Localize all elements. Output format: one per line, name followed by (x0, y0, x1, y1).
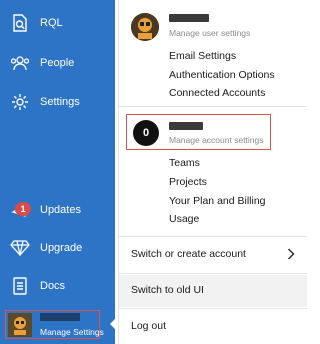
email-settings-link[interactable]: Email Settings (169, 50, 236, 62)
manage-settings-label: Manage Settings (40, 327, 104, 337)
sidebar-item-label: RQL (40, 17, 63, 29)
switch-account-label[interactable]: Switch or create account (131, 248, 246, 260)
sidebar-item-label: Settings (40, 96, 80, 108)
menu-divider (119, 308, 307, 309)
sidebar-item-updates[interactable]: 1 Updates (0, 195, 115, 225)
projects-link[interactable]: Projects (169, 176, 207, 188)
gear-icon (10, 92, 30, 112)
sidebar-item-label: People (40, 57, 75, 69)
chevron-right-icon (287, 248, 295, 260)
switch-old-ui-label[interactable]: Switch to old UI (131, 284, 204, 296)
people-icon (10, 53, 30, 73)
diamond-icon (10, 238, 30, 258)
plan-billing-link[interactable]: Your Plan and Billing (169, 195, 266, 207)
sidebar-item-upgrade[interactable]: Upgrade (0, 233, 115, 263)
sidebar-item-label: Docs (40, 280, 66, 292)
menu-divider (119, 106, 307, 107)
sidebar-item-settings[interactable]: Settings (0, 87, 115, 117)
authentication-options-link[interactable]: Authentication Options (169, 69, 275, 81)
updates-count-badge: 1 (15, 202, 31, 216)
account-avatar: 0 (133, 120, 159, 146)
sidebar-item-rql[interactable]: RQL (0, 8, 115, 38)
account-name-redacted (169, 122, 203, 130)
user-avatar (8, 313, 32, 337)
menu-divider (119, 273, 307, 274)
sidebar-item-docs[interactable]: Docs (0, 271, 115, 301)
manage-user-settings-link[interactable]: Manage user settings (169, 28, 250, 38)
menu-pointer-arrow (110, 316, 118, 332)
menu-user-avatar (131, 13, 159, 41)
logout-link[interactable]: Log out (131, 320, 166, 332)
sidebar-item-label: Upgrade (40, 242, 83, 254)
connected-accounts-link[interactable]: Connected Accounts (169, 87, 265, 99)
menu-divider (119, 236, 307, 237)
teams-link[interactable]: Teams (169, 157, 200, 169)
sidebar-item-label: Updates (40, 204, 81, 216)
document-icon (10, 276, 30, 296)
manage-account-settings-link[interactable]: Manage account settings (169, 135, 264, 145)
user-menu: Manage user settings Email Settings Auth… (118, 0, 307, 344)
user-name-redacted (40, 313, 80, 321)
rql-search-icon (10, 13, 30, 33)
sidebar-item-people[interactable]: People (0, 48, 115, 78)
menu-user-name-redacted (169, 14, 209, 22)
usage-link[interactable]: Usage (169, 213, 199, 225)
sidebar: RQL People Settings 1 Updates Upgrade Do… (0, 0, 115, 344)
